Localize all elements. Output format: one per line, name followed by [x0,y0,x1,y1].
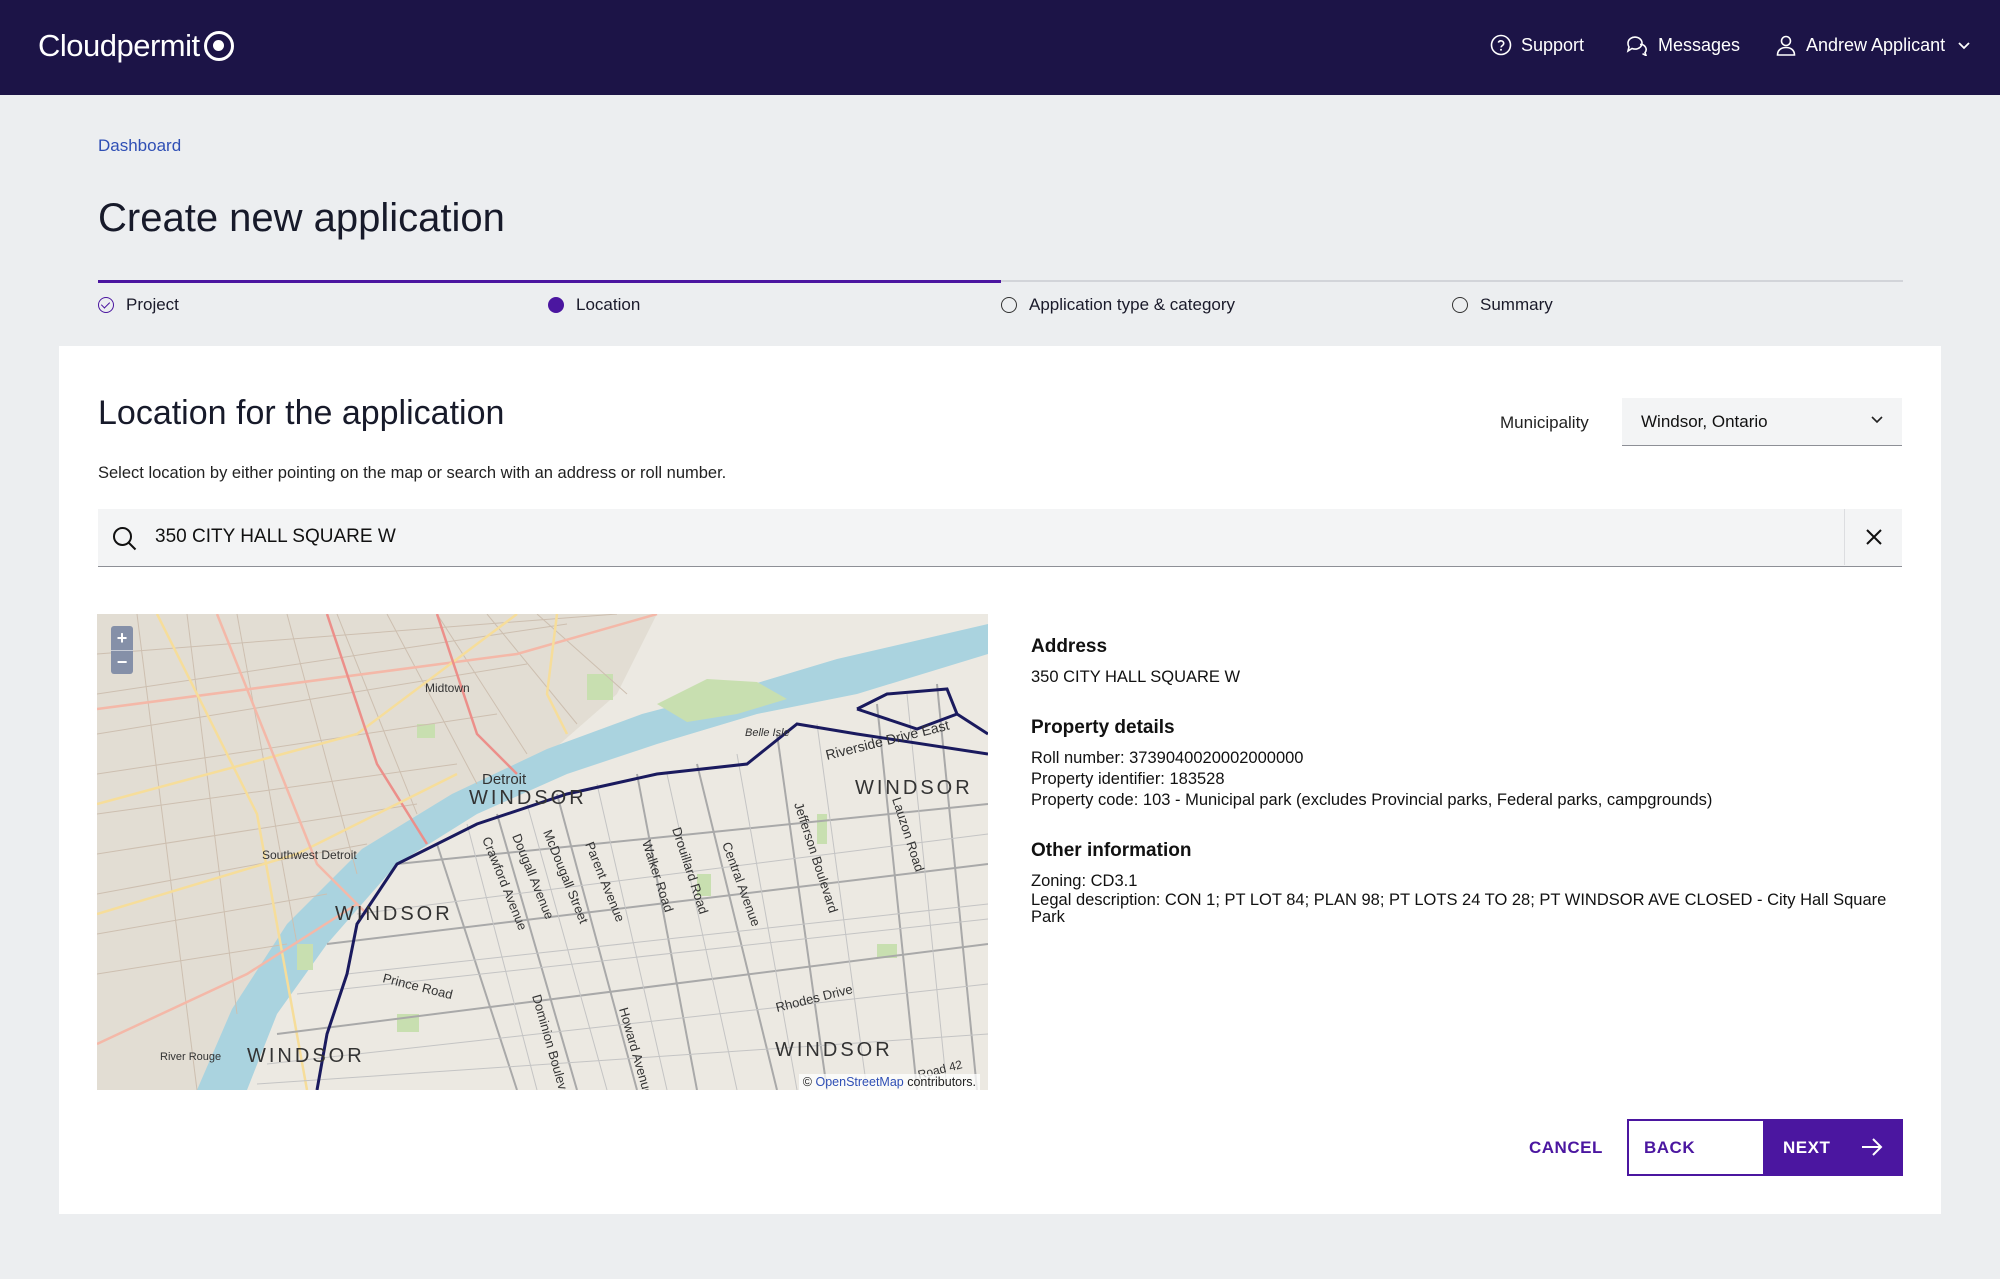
empty-circle-icon [1452,297,1468,313]
map-label: WINDSOR [335,903,453,925]
breadcrumb-dashboard[interactable]: Dashboard [98,136,181,156]
attribution-suffix: contributors. [907,1075,976,1089]
step-location: Location [548,295,640,315]
top-bar: Cloudpermit Support Messages Andrew Appl… [0,0,2000,95]
step-label: Summary [1480,295,1553,314]
help-circle-icon [1490,34,1512,56]
openstreetmap-link[interactable]: OpenStreetMap [815,1075,903,1089]
search-input[interactable] [155,509,1825,565]
section-title: Location for the application [98,394,505,432]
address-value: 350 CITY HALL SQUARE W [1031,668,1241,686]
check-circle-icon [98,297,114,313]
cancel-button[interactable]: CANCEL [1529,1119,1603,1176]
map-label: Detroit [482,771,527,788]
next-button[interactable]: NEXT [1765,1119,1903,1176]
empty-circle-icon [1001,297,1017,313]
legal-description: Legal description: CON 1; PT LOT 84; PLA… [1031,891,1887,926]
map-label: WINDSOR [775,1039,893,1061]
map-zoom-controls: + − [111,626,133,674]
address-heading: Address [1031,636,1108,657]
copyright-symbol: © [802,1075,812,1089]
location-map[interactable]: Midtown Detroit WINDSOR Belle Isle River… [97,614,988,1090]
close-icon [1865,529,1882,545]
next-label: NEXT [1783,1137,1831,1157]
step-label: Location [576,295,641,314]
zoning: Zoning: CD3.1 [1031,872,1138,890]
user-name: Andrew Applicant [1806,34,1946,55]
support-link[interactable]: Support [1490,34,1584,56]
map-label: WINDSOR [247,1045,365,1067]
logo-mark-icon [203,31,234,61]
user-icon [1776,35,1796,56]
map-label: WINDSOR [855,777,973,799]
cloudpermit-logo[interactable]: Cloudpermit [38,28,234,64]
back-button[interactable]: BACK [1627,1119,1765,1176]
page-title: Create new application [98,196,505,240]
chat-bubbles-icon [1626,36,1648,56]
roll-number: Roll number: 3739040020002000000 [1031,749,1304,767]
support-label: Support [1521,34,1585,55]
map-label: Midtown [425,681,470,695]
step-label: Project [126,295,179,314]
step-summary: Summary [1452,295,1553,315]
municipality-value: Windsor, Ontario [1641,411,1768,431]
location-search [98,509,1902,567]
section-description: Select location by either pointing on th… [98,464,727,482]
map-label: River Rouge [160,1051,221,1063]
other-information-heading: Other information [1031,840,1192,861]
logo-text: Cloudpermit [38,28,200,63]
search-icon [113,527,137,551]
zoom-out-button[interactable]: − [111,650,133,674]
map-label: Belle Isle [745,727,790,739]
messages-link[interactable]: Messages [1625,34,1740,56]
map-attribution: © OpenStreetMap contributors. [798,1074,980,1090]
zoom-in-button[interactable]: + [111,626,133,650]
map-label: Southwest Detroit [262,848,357,862]
step-project[interactable]: Project [98,295,179,315]
map-canvas[interactable]: Midtown Detroit WINDSOR Belle Isle River… [97,614,988,1090]
filled-circle-icon [548,297,564,313]
location-card: Location for the application Select loca… [59,346,1941,1214]
property-code: Property code: 103 - Municipal park (exc… [1031,791,1713,809]
chevron-down-icon [1871,416,1883,424]
municipality-label: Municipality [1500,413,1589,432]
stepper-progress [98,280,1001,283]
arrow-right-icon [1862,1138,1883,1156]
step-application-type: Application type & category [1001,295,1235,315]
property-details-panel: Address 350 CITY HALL SQUARE W Property … [1031,636,1911,955]
municipality-select[interactable]: Windsor, Ontario [1622,398,1902,446]
clear-search-button[interactable] [1844,509,1902,565]
messages-label: Messages [1658,34,1741,55]
user-menu[interactable]: Andrew Applicant [1775,34,1971,56]
back-label: BACK [1644,1137,1696,1157]
step-label: Application type & category [1029,295,1236,314]
property-details-heading: Property details [1031,717,1175,738]
property-identifier: Property identifier: 183528 [1031,770,1225,788]
map-label: WINDSOR [469,787,587,809]
chevron-down-icon [1958,41,1970,49]
